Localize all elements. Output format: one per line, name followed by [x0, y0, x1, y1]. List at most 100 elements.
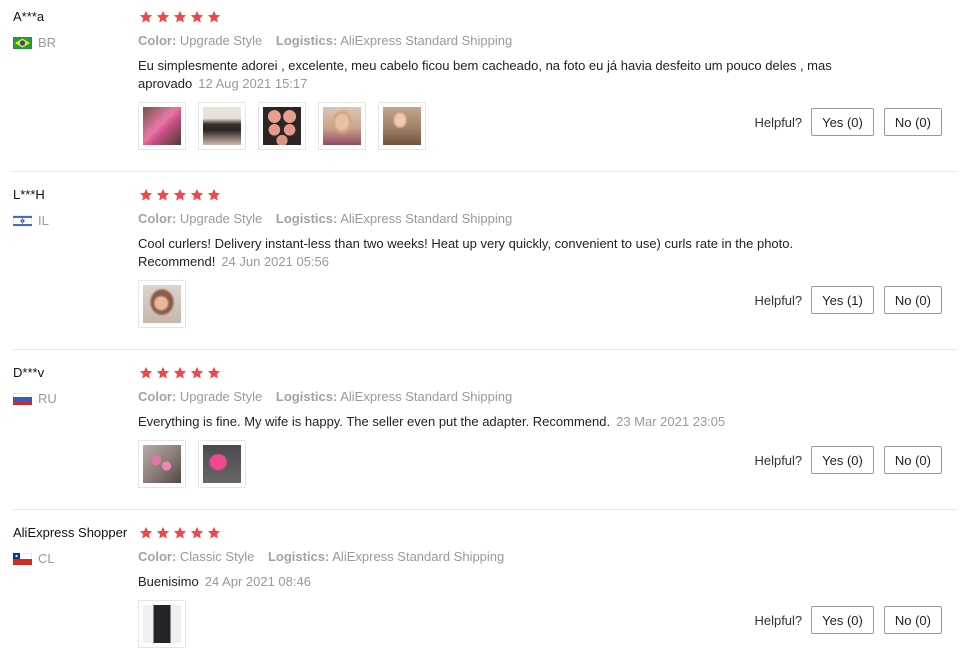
star-rating: [139, 10, 221, 24]
reviewer-name: L***H: [13, 187, 45, 202]
review-photo[interactable]: [378, 102, 426, 150]
divider: [12, 509, 957, 510]
logistics-label: Logistics:: [275, 211, 338, 226]
review-body: Buenisimo: [138, 574, 199, 589]
review-meta: Color: Classic Style Logistics: AliExpre…: [138, 549, 504, 564]
helpful-no-button[interactable]: No (0): [883, 286, 942, 314]
review-photo[interactable]: [198, 440, 246, 488]
helpful-label: Helpful?: [754, 292, 803, 308]
reviewer-country: IL: [13, 213, 49, 228]
star-icon: [173, 188, 187, 201]
helpful-label: Helpful?: [754, 612, 803, 628]
review-photos: [138, 280, 186, 328]
review-meta: Color: Upgrade Style Logistics: AliExpre…: [138, 33, 512, 48]
reviewer-country: CL: [13, 551, 55, 566]
star-icon: [156, 366, 170, 379]
country-code: BR: [38, 35, 57, 50]
divider: [12, 349, 957, 350]
color-value: Upgrade Style: [179, 211, 263, 226]
review-item: D***v RU Color: Upgrade Style Logistics:…: [0, 356, 958, 510]
star-icon: [207, 526, 221, 539]
review-text: Everything is fine. My wife is happy. Th…: [138, 413, 838, 431]
review-photo[interactable]: [318, 102, 366, 150]
star-icon: [173, 10, 187, 23]
logistics-value: AliExpress Standard Shipping: [340, 211, 513, 226]
review-meta: Color: Upgrade Style Logistics: AliExpre…: [138, 211, 512, 226]
helpful-vote: Helpful? Yes (0) No (0): [754, 446, 942, 474]
helpful-vote: Helpful? Yes (0) No (0): [754, 108, 942, 136]
review-photos: [138, 440, 246, 488]
helpful-vote: Helpful? Yes (1) No (0): [754, 286, 942, 314]
star-rating: [139, 188, 221, 202]
review-photo[interactable]: [258, 102, 306, 150]
star-rating: [139, 366, 221, 380]
helpful-yes-button[interactable]: Yes (0): [811, 108, 874, 136]
logistics-label: Logistics:: [275, 33, 338, 48]
review-text: Buenisimo 24 Apr 2021 08:46: [138, 573, 838, 591]
review-date: 23 Mar 2021 23:05: [616, 414, 726, 429]
star-icon: [139, 10, 153, 23]
review-item: L***H IL Color: Upgrade Style Logistics:…: [0, 178, 958, 350]
review-item: A***a BR Color: Upgrade Style Logistics:…: [0, 0, 958, 172]
helpful-yes-button[interactable]: Yes (0): [811, 606, 874, 634]
review-photo[interactable]: [198, 102, 246, 150]
star-icon: [190, 188, 204, 201]
country-code: RU: [38, 391, 57, 406]
review-photo[interactable]: [138, 600, 186, 648]
israel-flag-icon: [13, 214, 32, 227]
helpful-no-button[interactable]: No (0): [883, 606, 942, 634]
star-icon: [173, 366, 187, 379]
reviewer-country: RU: [13, 391, 57, 406]
reviewer-country: BR: [13, 35, 56, 50]
review-photo[interactable]: [138, 102, 186, 150]
star-icon: [156, 526, 170, 539]
review-photo[interactable]: [138, 280, 186, 328]
review-item: AliExpress Shopper CL Color: Classic Sty…: [0, 516, 958, 661]
star-icon: [190, 526, 204, 539]
star-icon: [139, 366, 153, 379]
color-value: Classic Style: [179, 549, 255, 564]
helpful-vote: Helpful? Yes (0) No (0): [754, 606, 942, 634]
logistics-label: Logistics:: [275, 389, 338, 404]
logistics-value: AliExpress Standard Shipping: [340, 389, 513, 404]
divider: [12, 171, 957, 172]
star-icon: [207, 366, 221, 379]
helpful-yes-button[interactable]: Yes (1): [811, 286, 874, 314]
review-photos: [138, 102, 426, 150]
star-icon: [156, 188, 170, 201]
star-rating: [139, 526, 221, 540]
review-date: 12 Aug 2021 15:17: [198, 76, 308, 91]
color-value: Upgrade Style: [179, 389, 263, 404]
chile-flag-icon: [13, 552, 32, 565]
logistics-label: Logistics:: [267, 549, 330, 564]
review-text: Cool curlers! Delivery instant-less than…: [138, 235, 838, 271]
star-icon: [139, 526, 153, 539]
color-label: Color:: [138, 389, 177, 404]
color-label: Color:: [138, 33, 177, 48]
color-label: Color:: [138, 549, 177, 564]
reviewer-name: AliExpress Shopper: [13, 525, 128, 540]
color-value: Upgrade Style: [179, 33, 263, 48]
russia-flag-icon: [13, 392, 32, 405]
star-icon: [207, 188, 221, 201]
country-code: IL: [38, 213, 49, 228]
review-body: Everything is fine. My wife is happy. Th…: [138, 414, 611, 429]
review-photo[interactable]: [138, 440, 186, 488]
review-date: 24 Jun 2021 05:56: [221, 254, 330, 269]
star-icon: [139, 188, 153, 201]
review-meta: Color: Upgrade Style Logistics: AliExpre…: [138, 389, 512, 404]
helpful-yes-button[interactable]: Yes (0): [811, 446, 874, 474]
helpful-no-button[interactable]: No (0): [883, 446, 942, 474]
star-icon: [173, 526, 187, 539]
logistics-value: AliExpress Standard Shipping: [332, 549, 505, 564]
helpful-no-button[interactable]: No (0): [883, 108, 942, 136]
helpful-label: Helpful?: [754, 114, 803, 130]
star-icon: [207, 10, 221, 23]
review-text: Eu simplesmente adorei , excelente, meu …: [138, 57, 838, 93]
star-icon: [156, 10, 170, 23]
color-label: Color:: [138, 211, 177, 226]
reviewer-name: D***v: [13, 365, 45, 380]
review-photos: [138, 600, 186, 648]
helpful-label: Helpful?: [754, 452, 803, 468]
country-code: CL: [38, 551, 55, 566]
